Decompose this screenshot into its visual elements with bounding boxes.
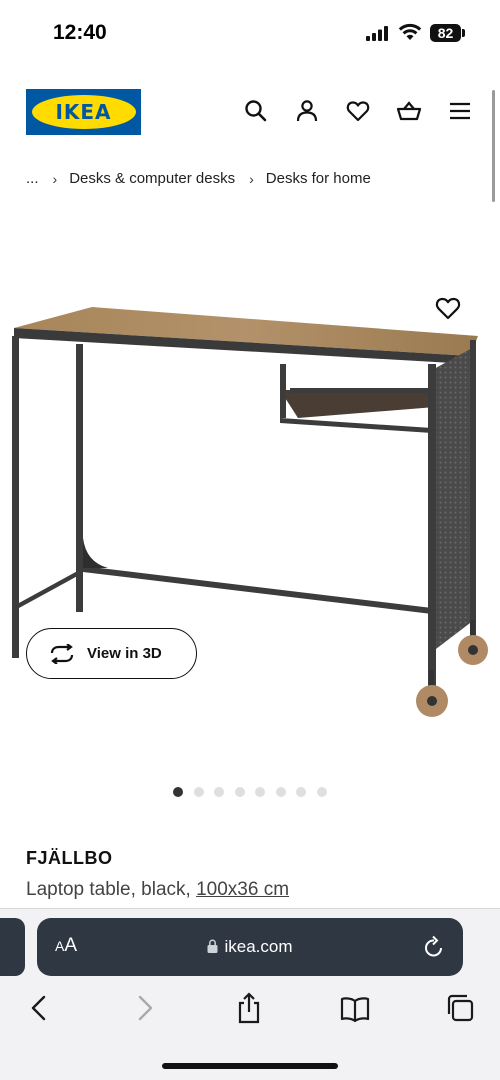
battery-tip [462, 29, 465, 37]
product-name: FJÄLLBO [26, 848, 113, 868]
wifi-icon [398, 23, 422, 46]
carousel-dot[interactable] [214, 787, 224, 797]
carousel-dot[interactable] [275, 787, 286, 797]
battery-level: 82 [430, 24, 461, 42]
tabs-icon[interactable] [445, 992, 475, 1024]
reload-icon[interactable] [423, 935, 445, 964]
status-time: 12:40 [53, 21, 107, 44]
view-in-3d-label: View in 3D [87, 645, 162, 662]
back-icon[interactable] [24, 992, 54, 1024]
url-text: ikea.com [224, 937, 293, 956]
breadcrumb-item-desks-for-home[interactable]: Desks for home [266, 170, 371, 187]
bookmarks-icon[interactable] [340, 992, 370, 1024]
product-size-link[interactable]: 100x36 cm [196, 879, 289, 900]
user-icon[interactable] [294, 98, 320, 124]
chevron-right-icon: › [249, 170, 254, 187]
breadcrumb: ... › Desks & computer desks › Desks for… [26, 170, 371, 187]
breadcrumb-item-desks[interactable]: Desks & computer desks [69, 170, 235, 187]
search-icon[interactable] [243, 98, 269, 124]
carousel-dot[interactable] [234, 787, 245, 797]
logo-text: IKEA [55, 100, 112, 124]
carousel-dot[interactable] [193, 787, 204, 797]
product-type: Laptop table, black, [26, 879, 191, 900]
rotate-3d-icon [50, 643, 74, 664]
carousel-dot[interactable] [296, 787, 306, 797]
lock-icon [207, 939, 218, 953]
menu-icon[interactable] [447, 98, 473, 124]
image-carousel-dots [173, 787, 327, 797]
chevron-right-icon: › [52, 170, 58, 187]
address-bar[interactable]: AA ikea.com [37, 918, 463, 976]
ikea-logo[interactable]: IKEA [26, 89, 141, 135]
breadcrumb-item-ellipsis[interactable]: ... [26, 170, 39, 187]
status-bar: 12:40 82 [0, 0, 500, 66]
share-icon[interactable] [234, 992, 264, 1024]
page-scrollbar[interactable] [492, 90, 495, 202]
previous-tab-peek[interactable] [0, 918, 25, 976]
carousel-dot[interactable] [316, 787, 327, 797]
favorites-icon[interactable] [345, 98, 371, 124]
home-indicator [162, 1063, 338, 1069]
view-in-3d-button[interactable]: View in 3D [26, 628, 197, 679]
url-display[interactable]: ikea.com [37, 937, 463, 957]
add-to-favorites-icon[interactable] [434, 294, 462, 322]
basket-icon[interactable] [396, 98, 422, 124]
cellular-signal-icon [366, 26, 390, 46]
carousel-dot[interactable] [255, 787, 265, 797]
carousel-dot[interactable] [173, 787, 183, 797]
forward-icon[interactable] [130, 992, 160, 1024]
product-description: Laptop table, black, 100x36 cm [26, 879, 289, 901]
logo-oval: IKEA [31, 95, 136, 129]
